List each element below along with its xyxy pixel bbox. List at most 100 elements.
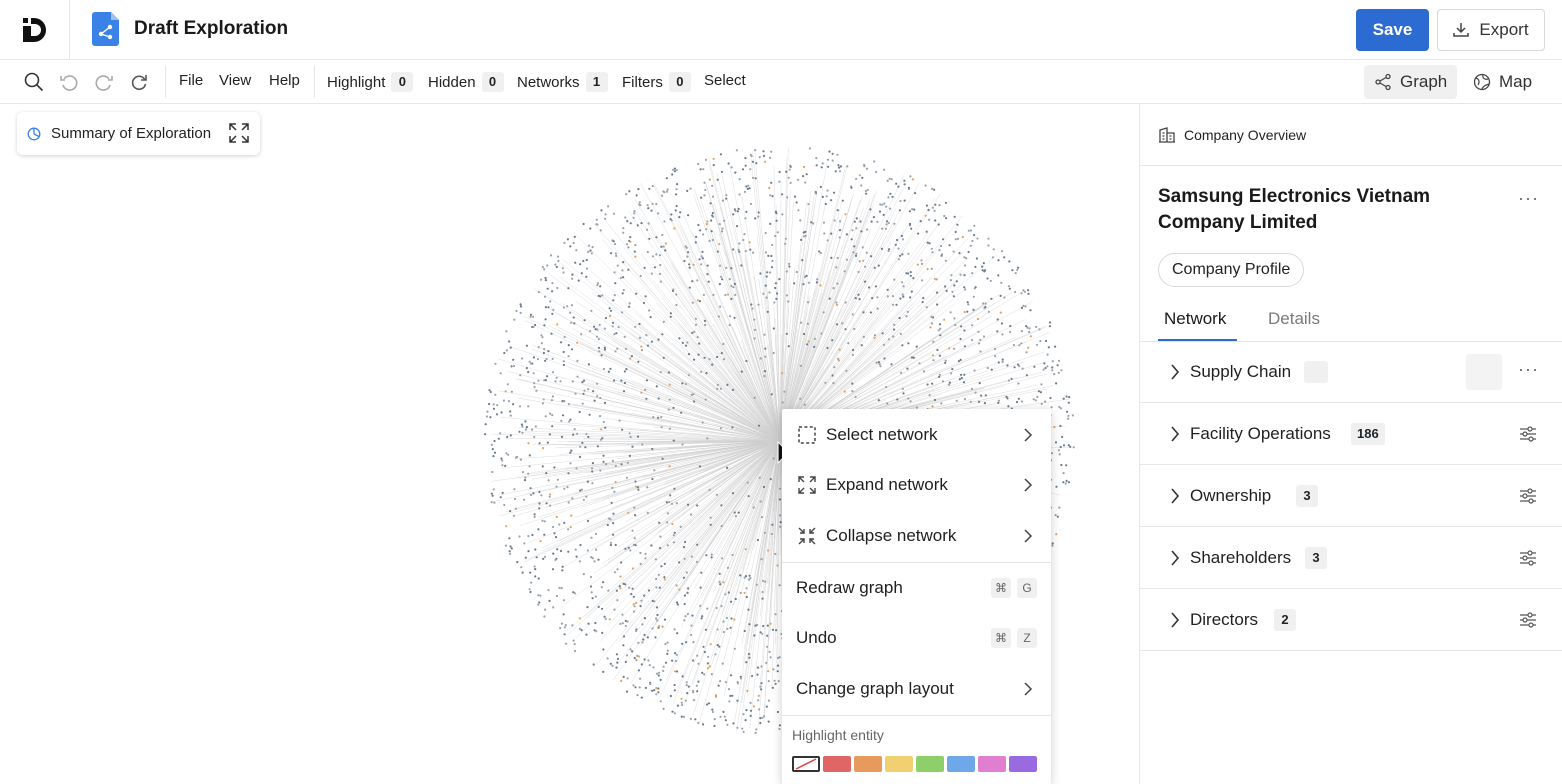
graph-node <box>686 255 689 258</box>
graph-node <box>697 662 700 665</box>
fullscreen-icon[interactable] <box>228 122 250 144</box>
redo-icon[interactable] <box>92 70 116 94</box>
summary-panel[interactable]: Summary of Exploration <box>17 112 260 155</box>
export-button[interactable]: Export <box>1437 9 1545 51</box>
file-menu[interactable]: File <box>179 72 203 89</box>
graph-node <box>723 219 726 222</box>
graph-node <box>944 259 947 262</box>
graph-node <box>763 370 767 373</box>
graph-node <box>1017 266 1020 269</box>
graph-view-button[interactable]: Graph <box>1364 65 1458 99</box>
color-swatch[interactable] <box>1009 756 1037 772</box>
help-menu[interactable]: Help <box>269 72 300 89</box>
graph-node <box>560 435 564 438</box>
color-swatch[interactable] <box>947 756 975 772</box>
graph-node <box>757 699 760 702</box>
graph-node <box>1034 399 1037 402</box>
graph-node <box>927 208 930 212</box>
networks-filter[interactable]: Networks 1 <box>517 72 608 92</box>
company-profile-button[interactable]: Company Profile <box>1158 253 1305 287</box>
section-shareholders[interactable]: Shareholders 3 <box>1140 527 1562 589</box>
select-network-label: Select network <box>826 425 938 444</box>
color-swatch[interactable] <box>854 756 882 772</box>
search-icon[interactable] <box>22 70 46 94</box>
summary-label: Summary of Exploration <box>51 125 212 142</box>
refresh-icon[interactable] <box>127 70 151 94</box>
graph-node <box>799 397 802 400</box>
graph-node <box>662 665 665 668</box>
graph-node <box>542 557 545 560</box>
graph-node <box>706 437 709 440</box>
graph-node <box>528 360 531 363</box>
filter-sliders-icon[interactable] <box>1519 611 1537 629</box>
graph-node <box>729 674 733 677</box>
graph-node <box>686 692 689 695</box>
graph-node <box>585 633 588 636</box>
tab-details[interactable]: Details <box>1268 309 1320 329</box>
select-menu[interactable]: Select <box>704 72 746 89</box>
section-ownership[interactable]: Ownership 3 <box>1140 465 1562 527</box>
graph-node <box>543 520 546 523</box>
color-swatch[interactable] <box>978 756 1006 772</box>
hidden-filter[interactable]: Hidden 0 <box>428 72 504 92</box>
graph-node <box>555 485 558 488</box>
tab-network[interactable]: Network <box>1164 309 1226 329</box>
graph-node <box>604 617 607 621</box>
graph-node <box>750 154 753 158</box>
graph-node <box>663 578 666 581</box>
menu-item-select-network[interactable]: Select network <box>782 411 1051 459</box>
more-options-icon[interactable]: ··· <box>1518 188 1539 209</box>
graph-node <box>972 295 975 298</box>
graph-node <box>1026 326 1029 329</box>
view-menu[interactable]: View <box>219 72 251 89</box>
graph-node <box>527 442 530 445</box>
menu-item-undo[interactable]: Undo ⌘ Z <box>782 614 1051 662</box>
color-swatch[interactable] <box>823 756 851 772</box>
filter-sliders-icon[interactable] <box>1519 487 1537 505</box>
graph-node <box>611 325 614 328</box>
graph-node <box>666 649 669 652</box>
section-directors[interactable]: Directors 2 <box>1140 589 1562 651</box>
graph-node <box>707 280 710 283</box>
swatch-none[interactable] <box>792 756 820 772</box>
graph-node <box>640 599 643 602</box>
save-button[interactable]: Save <box>1356 9 1429 51</box>
app-logo[interactable] <box>0 0 70 60</box>
graph-node <box>609 314 612 318</box>
graph-node <box>622 261 625 264</box>
graph-node <box>642 638 645 641</box>
graph-node <box>778 514 782 517</box>
map-view-button[interactable]: Map <box>1463 65 1542 99</box>
page-title: Draft Exploration <box>134 18 289 39</box>
graph-node <box>770 150 773 153</box>
graph-node <box>698 300 702 303</box>
graph-node <box>948 244 951 247</box>
more-options-icon[interactable]: ··· <box>1518 359 1539 380</box>
undo-icon[interactable] <box>57 70 81 94</box>
graph-node <box>563 487 566 490</box>
graph-node <box>860 230 863 233</box>
graph-node <box>701 257 704 260</box>
color-swatch[interactable] <box>885 756 913 772</box>
menu-item-redraw-graph[interactable]: Redraw graph ⌘ G <box>782 564 1051 612</box>
graph-node <box>754 177 757 180</box>
graph-node <box>672 406 675 409</box>
menu-item-collapse-network[interactable]: Collapse network <box>782 512 1051 560</box>
section-facility-operations[interactable]: Facility Operations 186 <box>1140 403 1562 465</box>
graph-node <box>597 346 601 349</box>
color-swatch[interactable] <box>916 756 944 772</box>
menu-item-change-layout[interactable]: Change graph layout <box>782 665 1051 713</box>
graph-node <box>746 481 749 484</box>
highlight-filter[interactable]: Highlight 0 <box>327 72 414 92</box>
graph-node <box>893 278 896 281</box>
filter-sliders-icon[interactable] <box>1519 549 1537 567</box>
graph-node <box>1027 292 1030 295</box>
graph-node <box>681 642 684 645</box>
filter-sliders-icon[interactable] <box>1519 425 1537 443</box>
graph-node <box>971 239 974 243</box>
section-supply-chain[interactable]: Supply Chain ··· <box>1140 341 1562 403</box>
menu-item-expand-network[interactable]: Expand network <box>782 461 1051 509</box>
filters-filter[interactable]: Filters 0 <box>622 72 691 92</box>
graph-node <box>721 199 725 202</box>
graph-node <box>661 333 664 336</box>
